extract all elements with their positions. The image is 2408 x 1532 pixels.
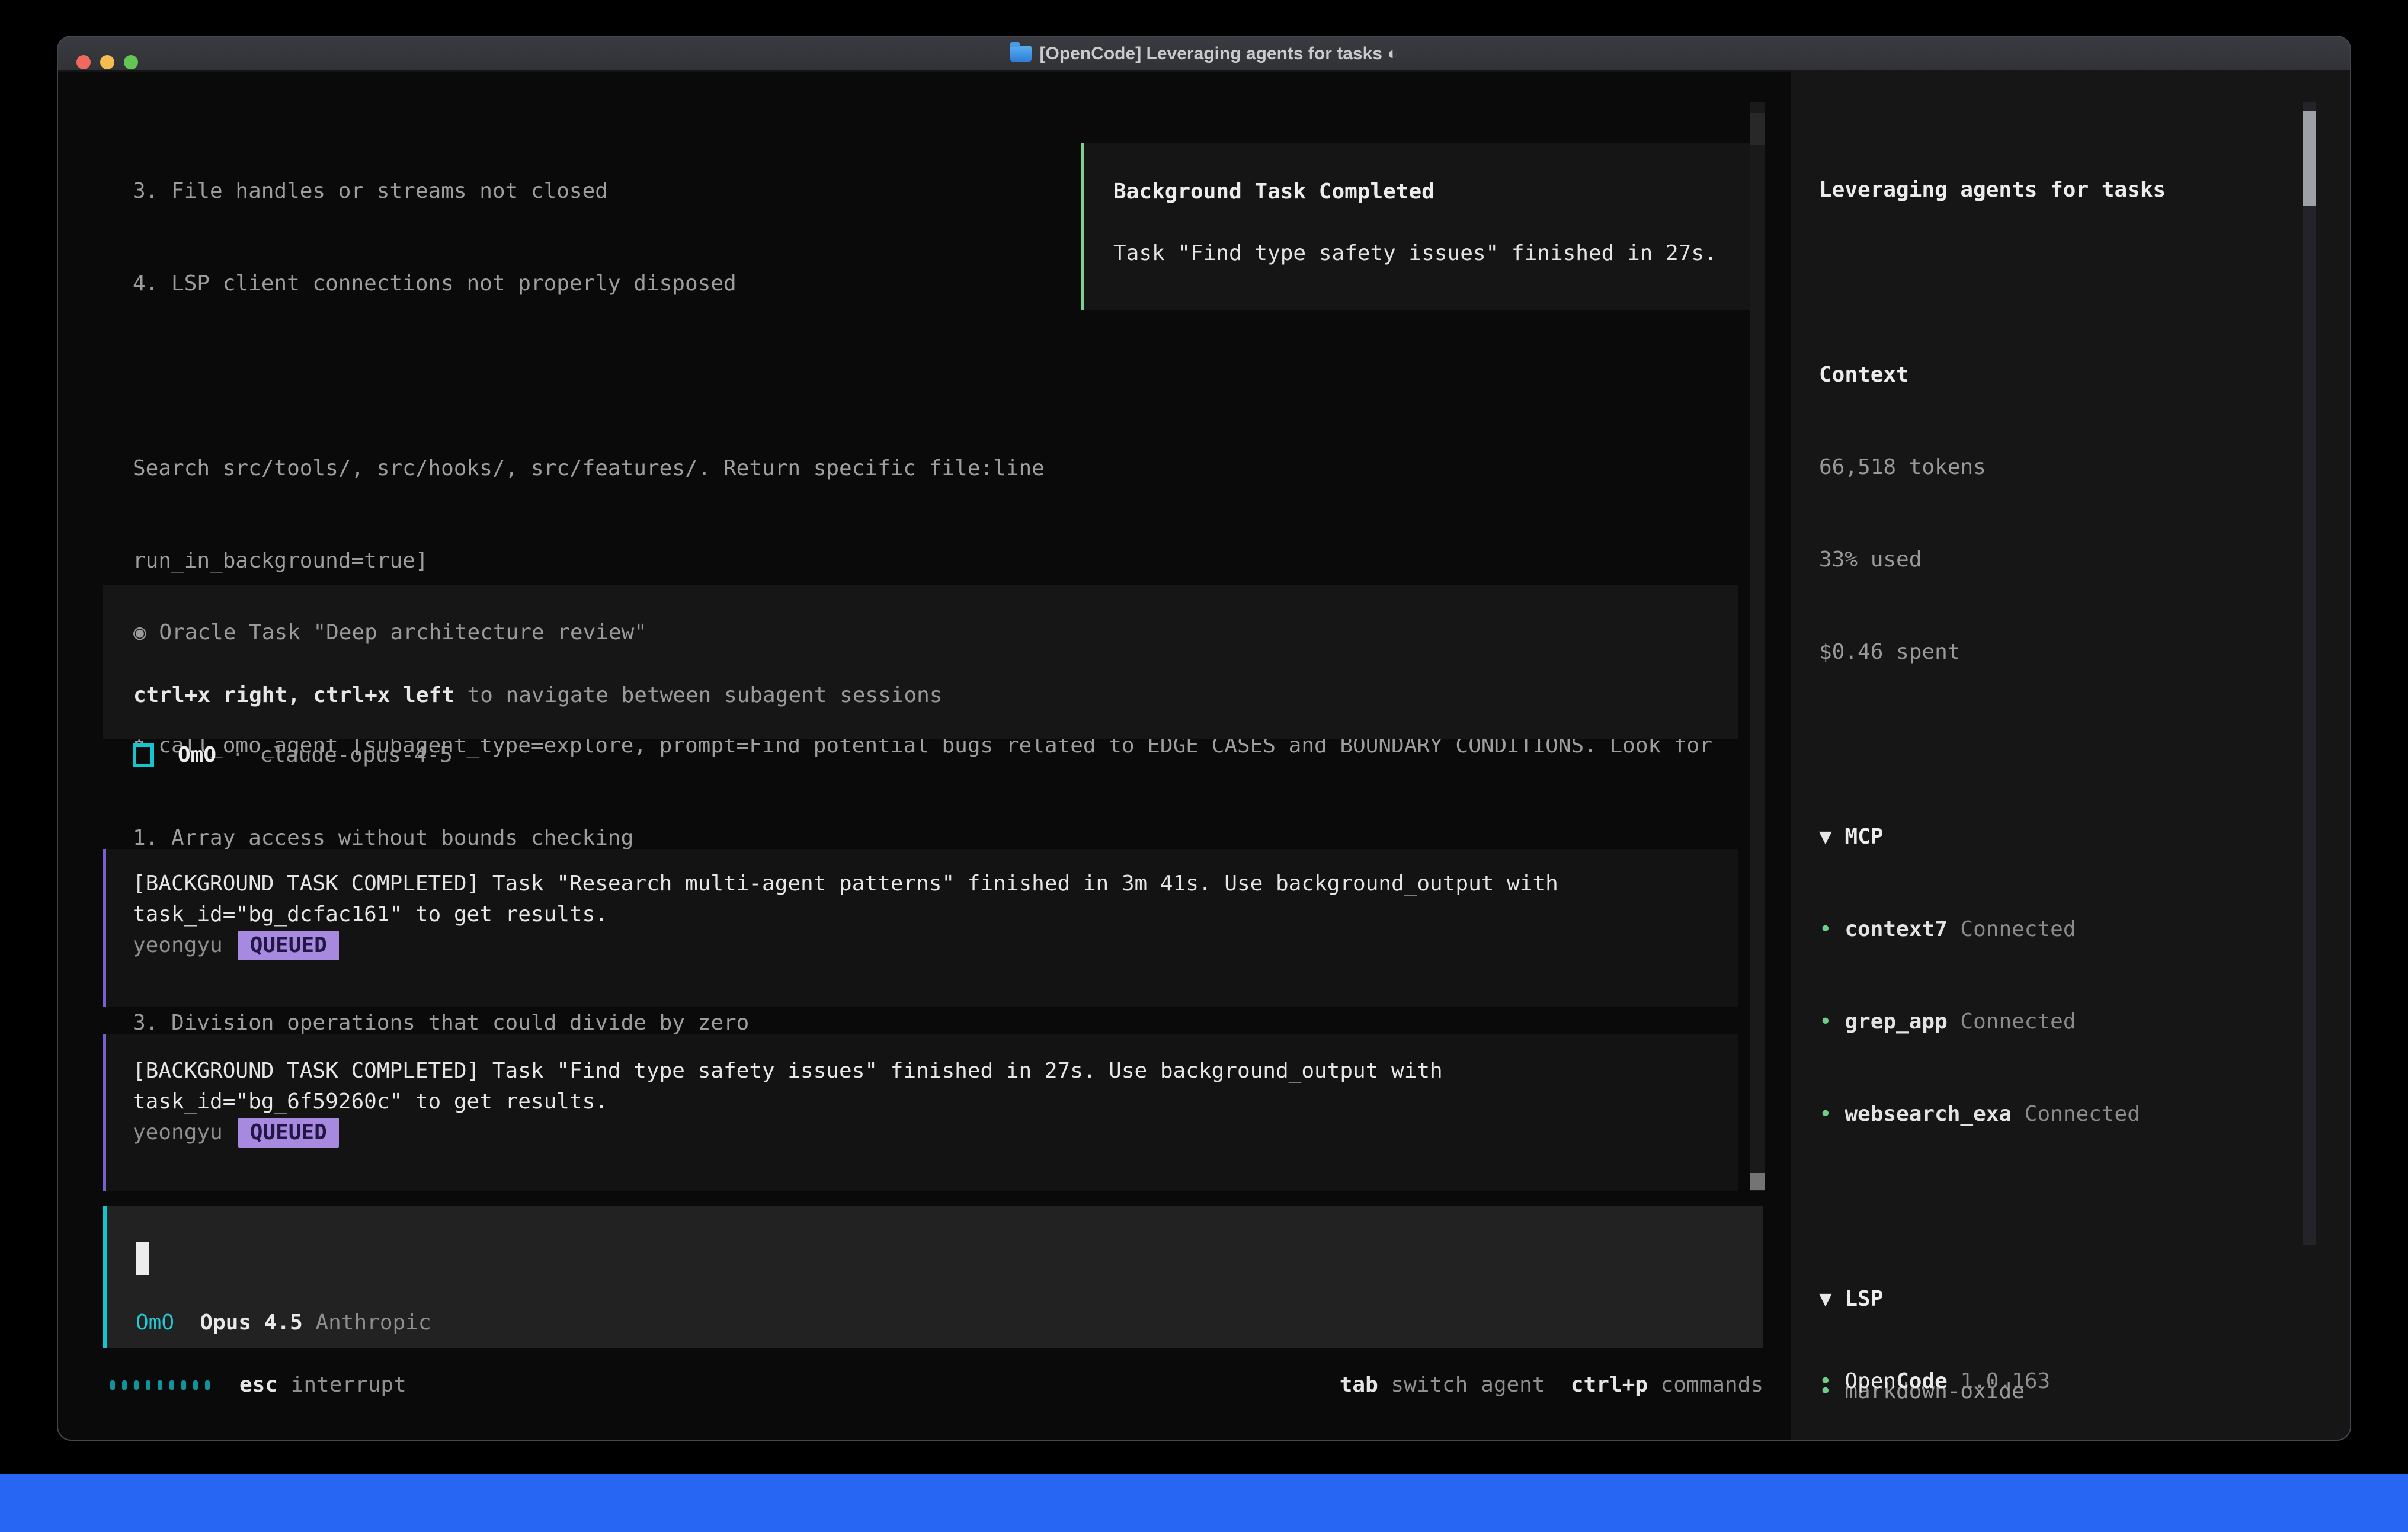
status-dot-icon: •	[1819, 1102, 1845, 1126]
queued-badge: QUEUED	[238, 1118, 339, 1148]
oracle-task-box: ◉ Oracle Task "Deep architecture review"…	[103, 585, 1738, 739]
message-author: yeongyu	[133, 930, 223, 961]
scrollbar-thumb[interactable]	[2303, 111, 2316, 206]
background-task-toast: Background Task Completed Task "Find typ…	[1081, 143, 1759, 310]
toast-body: Task "Find type safety issues" finished …	[1113, 238, 1756, 269]
mcp-status: Connected	[1948, 917, 2076, 941]
scrollbar-segment[interactable]	[1750, 113, 1765, 145]
agent-icon	[133, 743, 154, 767]
message-text: [BACKGROUND TASK COMPLETED] Task "Resear…	[133, 868, 1738, 930]
screen: [OpenCode] Leveraging agents for tasks ◐…	[0, 0, 2408, 1532]
message-block: [BACKGROUND TASK COMPLETED] Task "Resear…	[103, 849, 1738, 1007]
status-dot-icon: •	[1819, 917, 1845, 941]
prompt-input[interactable]: OmO Opus 4.5 Anthropic	[103, 1206, 1763, 1348]
oracle-task-hint: ctrl+x right, ctrl+x left to navigate be…	[133, 680, 1738, 711]
keyboard-shortcut: ctrl+x right, ctrl+x left	[133, 683, 454, 707]
lsp-section-header[interactable]: ▼ LSP	[1819, 1284, 2300, 1315]
interrupt-label: interrupt	[278, 1370, 406, 1400]
status-dot-icon: •	[1819, 1366, 1845, 1397]
mcp-name: grep_app	[1845, 1009, 1947, 1034]
lsp-heading: LSP	[1832, 1287, 1884, 1311]
agent-model: claude-opus-4-5	[260, 740, 453, 771]
spacer	[174, 1307, 200, 1338]
separator-dot: ·	[232, 740, 245, 771]
status-dot-icon: •	[1819, 1009, 1845, 1034]
agent-name: OmO	[178, 740, 216, 771]
sidebar-scrollbar[interactable]	[2303, 102, 2316, 1245]
window-title-wrap: [OpenCode] Leveraging agents for tasks ◐	[58, 37, 2350, 70]
titlebar[interactable]: [OpenCode] Leveraging agents for tasks ◐	[58, 37, 2350, 72]
sidebar-content: Leveraging agents for tasks Context 66,5…	[1819, 113, 2300, 1440]
esc-key-hint: esc	[239, 1370, 278, 1400]
input-cursor	[136, 1242, 149, 1275]
app-name-code: Code	[1896, 1366, 1948, 1397]
oracle-task-title: Oracle Task "Deep architecture review"	[146, 620, 647, 645]
message-author: yeongyu	[133, 1117, 223, 1148]
context-tokens: 66,518 tokens	[1819, 452, 2300, 483]
switch-agent-label: switch agent	[1378, 1370, 1545, 1400]
commands-label: commands	[1648, 1370, 1763, 1400]
context-used: 33% used	[1819, 544, 2300, 575]
task-status-icon: ◉	[133, 620, 146, 645]
message-meta: yeongyu QUEUED	[133, 1117, 1738, 1148]
agent-session-header: OmO · claude-opus-4-5	[133, 740, 453, 771]
mcp-item: • context7 Connected	[1819, 914, 2300, 945]
mcp-heading: MCP	[1832, 825, 1884, 849]
window-title: [OpenCode] Leveraging agents for tasks ◐	[1040, 44, 1398, 64]
message-block: [BACKGROUND TASK COMPLETED] Task "Find t…	[103, 1034, 1738, 1191]
mcp-name: websearch_exa	[1845, 1102, 2012, 1126]
folder-icon	[1010, 46, 1032, 62]
mcp-status: Connected	[2012, 1102, 2140, 1126]
provider-name: Anthropic	[303, 1307, 431, 1338]
opencode-version-row: • OpenCode 1.0.163	[1819, 1366, 2050, 1397]
collapse-triangle-icon: ▼	[1819, 825, 1832, 849]
oracle-task-title-line: ◉ Oracle Task "Deep architecture review"	[133, 617, 1738, 648]
sidebar: Leveraging agents for tasks Context 66,5…	[1791, 70, 2351, 1440]
context-spent: $0.46 spent	[1819, 637, 2300, 668]
input-meta-row: OmO Opus 4.5 Anthropic	[136, 1307, 431, 1338]
active-agent-name: OmO	[136, 1307, 174, 1338]
hint-text: to navigate between subagent sessions	[454, 683, 943, 707]
mcp-status: Connected	[1948, 1009, 2076, 1034]
app-version: 1.0.163	[1948, 1366, 2050, 1397]
app-name-open: Open	[1845, 1366, 1896, 1397]
message-text: [BACKGROUND TASK COMPLETED] Task "Find t…	[133, 1056, 1738, 1117]
terminal-line: run_in_background=true]	[133, 546, 1712, 576]
status-right-group: tab switch agent ctrl+p commands	[1340, 1370, 1763, 1400]
tab-key-hint: tab	[1340, 1370, 1378, 1400]
collapse-triangle-icon: ▼	[1819, 1287, 1832, 1311]
desktop-wallpaper-strip	[0, 1474, 2408, 1532]
spacer	[1545, 1370, 1571, 1400]
mcp-item: • websearch_exa Connected	[1819, 1099, 2300, 1130]
message-meta: yeongyu QUEUED	[133, 930, 1738, 961]
toast-title: Background Task Completed	[1113, 177, 1756, 207]
spinner-dots-icon	[110, 1380, 210, 1390]
scrollbar-thumb[interactable]	[1750, 1173, 1765, 1190]
context-heading: Context	[1819, 360, 2300, 390]
mcp-item: • grep_app Connected	[1819, 1007, 2300, 1037]
terminal-line: Search src/tools/, src/hooks/, src/featu…	[133, 453, 1712, 484]
session-title: Leveraging agents for tasks	[1819, 175, 2300, 206]
main-scrollbar[interactable]	[1750, 102, 1765, 1191]
queued-badge: QUEUED	[238, 931, 339, 960]
active-model-name: Opus 4.5	[200, 1307, 302, 1338]
mcp-section-header[interactable]: ▼ MCP	[1819, 822, 2300, 852]
status-bar: esc interrupt tab switch agent ctrl+p co…	[110, 1370, 1763, 1400]
ctrlp-key-hint: ctrl+p	[1571, 1370, 1648, 1400]
mcp-name: context7	[1845, 917, 1947, 941]
terminal-line	[133, 361, 1712, 392]
terminal-window: [OpenCode] Leveraging agents for tasks ◐…	[57, 36, 2351, 1441]
